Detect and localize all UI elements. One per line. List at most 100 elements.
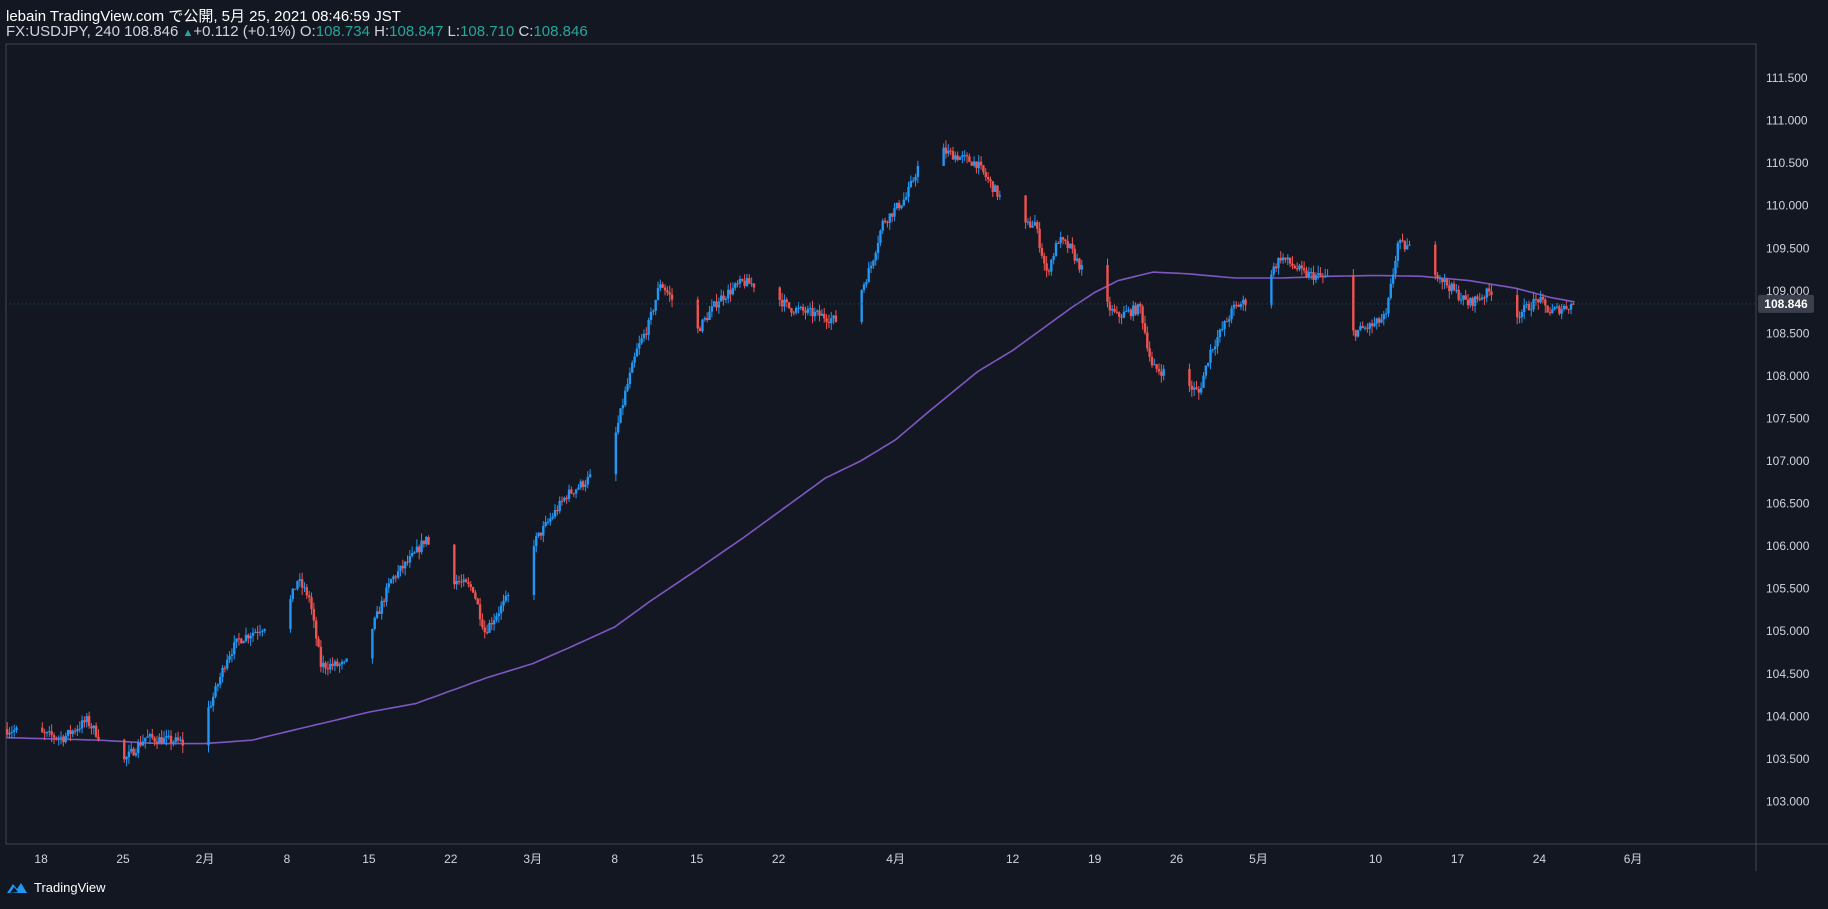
candle-body xyxy=(1384,313,1388,315)
candle-body xyxy=(1235,304,1238,306)
candle-body xyxy=(738,279,742,284)
candle-body xyxy=(396,571,400,578)
candle-body xyxy=(1038,228,1041,248)
candle-body xyxy=(1232,304,1236,309)
price-chart[interactable]: 103.000 103.500 104.000 104.500 105.000 105.5… xyxy=(0,0,1828,909)
candle-body xyxy=(92,725,95,729)
candle-body xyxy=(722,295,725,300)
x-tick-label: 5月 xyxy=(1249,852,1268,866)
candle-body xyxy=(549,518,552,522)
candle-body xyxy=(1291,263,1294,266)
candle-body xyxy=(8,732,11,735)
candle-body xyxy=(1382,314,1385,320)
candle-body xyxy=(43,732,46,734)
candle-body xyxy=(1457,289,1460,300)
candle-body xyxy=(806,308,810,313)
candle-body xyxy=(626,384,629,391)
candle-body xyxy=(790,308,793,313)
y-tick-label: 104.500 xyxy=(1766,667,1810,681)
candle-body xyxy=(1209,349,1212,363)
y-tick-label: 103.000 xyxy=(1766,794,1810,808)
candle-body xyxy=(137,742,140,753)
candle-body xyxy=(1368,323,1371,329)
candle-body xyxy=(729,289,732,295)
candle-body xyxy=(167,735,170,737)
x-tick-label: 12 xyxy=(1006,852,1020,866)
candle-body xyxy=(1537,299,1540,303)
candle-body xyxy=(1199,387,1203,393)
candle-body xyxy=(378,611,381,614)
candle-body xyxy=(338,664,341,666)
candle-body xyxy=(207,707,210,746)
footer-brand[interactable]: TradingView xyxy=(6,880,106,895)
candle-body xyxy=(289,599,292,630)
candle-body xyxy=(481,619,484,628)
candle-body xyxy=(1225,321,1229,323)
x-tick-label: 18 xyxy=(34,852,48,866)
candle-body xyxy=(15,727,18,731)
candle-body xyxy=(1523,304,1526,313)
candle-body xyxy=(1115,311,1119,313)
candle-body xyxy=(1204,365,1208,376)
candle-body xyxy=(1438,278,1442,280)
candle-body xyxy=(951,151,955,160)
candle-body xyxy=(216,684,220,687)
candle-body xyxy=(1064,239,1067,242)
candle-body xyxy=(572,493,575,495)
candle-body xyxy=(558,500,561,512)
candle-body xyxy=(710,306,714,312)
candle-body xyxy=(387,583,390,588)
candle-body xyxy=(1373,323,1376,327)
candle-body xyxy=(389,579,393,584)
candle-body xyxy=(1057,243,1060,245)
candle-body xyxy=(322,662,325,667)
candle-body xyxy=(535,536,538,547)
candle-body xyxy=(1483,297,1486,299)
candle-body xyxy=(902,199,906,206)
candle-body xyxy=(488,622,491,633)
candle-body xyxy=(965,155,969,157)
candle-body xyxy=(1366,327,1369,329)
y-tick-label: 104.000 xyxy=(1766,709,1810,723)
candle-body xyxy=(581,481,585,488)
candle-body xyxy=(1031,225,1034,228)
candle-body xyxy=(221,667,224,677)
candle-body xyxy=(1560,309,1563,314)
candle-body xyxy=(893,208,896,217)
candle-body xyxy=(1356,329,1360,337)
candle-body xyxy=(83,720,86,723)
candle-body xyxy=(647,319,650,335)
candle-body xyxy=(1125,311,1128,313)
candle-body xyxy=(483,627,486,633)
candle-body xyxy=(574,489,578,494)
candle-body xyxy=(984,172,987,178)
candle-body xyxy=(41,727,44,733)
candle-body xyxy=(504,595,508,601)
candle-body xyxy=(422,540,426,545)
candle-body xyxy=(579,481,582,488)
candle-body xyxy=(731,287,735,295)
candle-body xyxy=(1286,257,1289,260)
candle-body xyxy=(989,179,992,182)
candle-body xyxy=(1150,356,1154,366)
candle-body xyxy=(645,333,648,335)
candle-body xyxy=(317,638,320,647)
candle-body xyxy=(649,311,653,320)
candle-body xyxy=(1300,265,1304,269)
candle-body xyxy=(1319,273,1322,276)
candle-body xyxy=(1565,305,1568,309)
candle-body xyxy=(631,362,634,373)
candle-body xyxy=(1445,279,1449,286)
candle-body xyxy=(469,584,472,588)
candle-body xyxy=(1071,243,1074,249)
candle-body xyxy=(701,319,704,332)
candle-body xyxy=(10,731,14,733)
candle-body xyxy=(1279,258,1282,261)
candle-body xyxy=(1555,306,1559,308)
candle-body xyxy=(57,737,60,739)
candle-body xyxy=(373,617,376,629)
candle-body xyxy=(1321,275,1325,277)
candle-body xyxy=(165,736,168,738)
candle-body xyxy=(1136,304,1140,315)
y-tick-label: 105.500 xyxy=(1766,582,1810,596)
